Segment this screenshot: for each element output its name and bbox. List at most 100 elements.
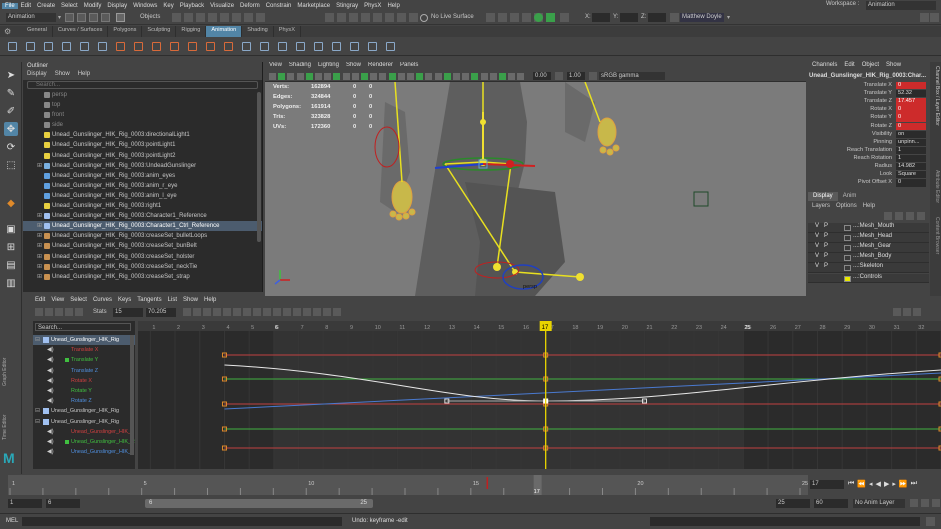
graph-menu-tangents[interactable]: Tangents xyxy=(137,297,167,306)
auto-tangent-icon[interactable] xyxy=(183,308,191,316)
viewport-tool-icon[interactable] xyxy=(443,73,451,80)
graph-channel-item[interactable]: ⊟ Unead_Gunslinger_HIK_Rig xyxy=(33,417,135,427)
gamma-field[interactable]: 1.00 xyxy=(567,72,585,80)
object-menu[interactable]: Object xyxy=(862,62,886,71)
frame-playback-icon[interactable] xyxy=(903,308,911,316)
step-forward-frame-icon[interactable]: ▸ xyxy=(892,480,896,488)
viewport-menu-shading[interactable]: Shading xyxy=(289,62,318,71)
perspective-viewport[interactable]: View Shading Lighting Show Renderer Panels 0.… xyxy=(265,62,806,296)
normalize-icon[interactable] xyxy=(333,308,341,316)
speaker-icon[interactable]: ◀) xyxy=(47,345,54,355)
buffer-curve-icon[interactable] xyxy=(293,308,301,316)
go-to-start-icon[interactable]: ⏮ xyxy=(848,480,854,488)
channel-attribute[interactable]: Translate Z 17.457 xyxy=(808,98,929,106)
outliner-item[interactable]: ⊞ Unead_Gunslinger_HIK_Rig_0003:creaseSet… xyxy=(23,231,262,241)
channel-attribute[interactable]: Translate X 0 xyxy=(808,82,929,90)
display-layer-tab[interactable]: Display xyxy=(808,192,838,201)
viewport-tool-icon[interactable] xyxy=(434,73,442,80)
y-coord-field[interactable] xyxy=(620,13,638,22)
channel-attribute[interactable]: Rotate X 0 xyxy=(808,106,929,114)
redo-icon[interactable] xyxy=(101,13,110,22)
outliner-menu-show[interactable]: Show xyxy=(55,71,78,80)
rotate-tool-icon[interactable]: ⟳ xyxy=(4,140,18,154)
expand-icon[interactable]: ⊞ xyxy=(37,272,42,282)
step-back-frame-icon[interactable]: ◂ xyxy=(869,480,873,488)
stats-value-field[interactable]: 70.205 xyxy=(146,308,176,317)
layer-playback-toggle[interactable]: P xyxy=(824,233,828,239)
character-set-icon[interactable] xyxy=(910,499,918,507)
menu-key[interactable]: Key xyxy=(160,3,176,9)
speaker-icon[interactable]: ◀) xyxy=(47,355,54,365)
outliner-item[interactable]: Unead_Gunslinger_HIK_Rig_0003:anim_r_eye xyxy=(23,181,262,191)
channel-attribute[interactable]: Pinning unpinn... xyxy=(808,138,929,147)
menu-stingray[interactable]: Stingray xyxy=(333,3,361,9)
step-tangent-icon[interactable] xyxy=(233,308,241,316)
outliner-layout-icon[interactable]: ▥ xyxy=(4,276,18,290)
channel-value[interactable]: 1 xyxy=(896,154,926,163)
channel-value[interactable]: 17.457 xyxy=(896,98,926,106)
outliner-item[interactable]: front xyxy=(23,110,262,120)
workspace-select[interactable]: Animation xyxy=(866,1,936,10)
speaker-icon[interactable]: ◀) xyxy=(47,386,54,396)
options-menu[interactable]: Options xyxy=(836,203,857,209)
menu-deform[interactable]: Deform xyxy=(237,3,263,9)
graph-menu-list[interactable]: List xyxy=(168,297,183,306)
breakdown-icon[interactable] xyxy=(26,42,35,51)
new-layer-icon[interactable] xyxy=(906,212,914,220)
outliner-item[interactable]: ⊞ Unead_Gunslinger_HIK_Rig_0003:creaseSet… xyxy=(23,241,262,251)
display-layer-row[interactable]: ...:Controls xyxy=(808,273,929,284)
graph-channel-item[interactable]: ◀) Unead_Gunslinger_HIK_F xyxy=(33,447,135,457)
outliner-item[interactable]: ⊞ Unead_Gunslinger_HIK_Rig_0003:creaseSet… xyxy=(23,262,262,272)
viewport-tool-icon[interactable] xyxy=(287,73,295,80)
undo-icon[interactable] xyxy=(89,13,98,22)
ghost-icon[interactable] xyxy=(62,42,71,51)
channel-value[interactable]: 0 xyxy=(896,179,926,187)
graph-channel-item[interactable]: ⊟ Unead_Gunslinger_HIK_Rig xyxy=(33,335,135,345)
save-scene-icon[interactable] xyxy=(77,13,86,22)
toggle-panel-icon[interactable] xyxy=(546,13,555,22)
auto-key-icon[interactable] xyxy=(921,499,929,507)
trax-editor-icon[interactable] xyxy=(323,308,331,316)
snap-live-icon[interactable] xyxy=(373,13,382,22)
menu-physx[interactable]: PhysX xyxy=(361,3,384,9)
menu-modify[interactable]: Modify xyxy=(81,3,105,9)
render-view-icon[interactable] xyxy=(486,13,495,22)
snap-point-icon[interactable] xyxy=(349,13,358,22)
live-surface-label[interactable]: No Live Surface xyxy=(431,14,474,20)
viewport-tool-icon[interactable] xyxy=(324,73,332,80)
outliner-item[interactable]: Unead_Gunslinger_HIK_Rig_0003:anim_eyes xyxy=(23,171,262,181)
menu-marketplace[interactable]: Marketplace xyxy=(294,3,333,9)
outliner-menu-help[interactable]: Help xyxy=(78,71,98,80)
chevron-down-icon[interactable]: ▾ xyxy=(727,14,730,21)
channel-value[interactable]: 0 xyxy=(896,82,926,90)
graph-menu-select[interactable]: Select xyxy=(70,297,93,306)
snap-plane-icon[interactable] xyxy=(361,13,370,22)
user-account-button[interactable]: Matthew Doyle xyxy=(680,13,724,22)
mask-curves-icon[interactable] xyxy=(196,13,205,22)
layer-playback-toggle[interactable]: P xyxy=(824,243,828,249)
exposure-field[interactable]: 0.00 xyxy=(533,72,551,80)
create-character-icon[interactable] xyxy=(314,42,323,51)
layer-visibility-toggle[interactable]: V xyxy=(815,253,819,259)
layer-color-swatch[interactable] xyxy=(844,225,851,231)
viewport-tool-icon[interactable] xyxy=(425,73,433,80)
channel-box-layer-editor-tab[interactable]: Channel Box / Layer Editor xyxy=(931,66,940,166)
output-ops-icon[interactable] xyxy=(397,13,406,22)
viewport-tool-icon[interactable] xyxy=(388,73,396,80)
speaker-icon[interactable]: ◀) xyxy=(47,396,54,406)
spline-tangent-icon[interactable] xyxy=(193,308,201,316)
expand-icon[interactable]: ⊞ xyxy=(37,221,42,231)
unify-tangent-icon[interactable] xyxy=(263,308,271,316)
speaker-icon[interactable]: ◀) xyxy=(47,427,54,437)
graph-channel-item[interactable]: ◀) Unead_Gunslinger_HIK_F xyxy=(33,427,135,437)
render-settings-icon[interactable] xyxy=(522,13,531,22)
edit-menu[interactable]: Edit xyxy=(844,62,861,71)
viewport-tool-icon[interactable] xyxy=(499,73,506,80)
toggle-on-icon[interactable] xyxy=(534,13,543,22)
step-forward-key-icon[interactable]: ⏩ xyxy=(899,480,908,488)
display-layer-row[interactable]: V P ...:Skeleton xyxy=(808,263,929,274)
graph-channel-item[interactable]: ◀) Rotate Y xyxy=(33,386,135,396)
lattice-deform-icon[interactable] xyxy=(55,308,63,316)
current-frame-field[interactable]: 17 xyxy=(810,480,844,489)
skin-bind-icon[interactable] xyxy=(350,42,359,51)
